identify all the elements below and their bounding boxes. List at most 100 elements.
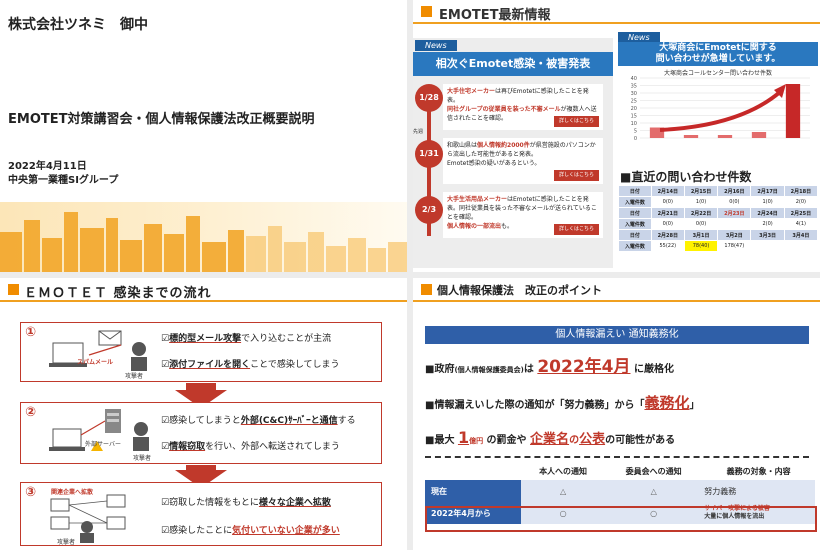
table-row: 現在 △ △ 努力義務 xyxy=(425,480,815,502)
table-count-row: 入電件数 55(22) 78(40) 178(47) xyxy=(618,240,819,252)
y-tick-label: 30 xyxy=(631,91,637,97)
y-tick-label: 25 xyxy=(631,99,637,105)
y-tick-label: 5 xyxy=(634,129,637,135)
point-line: ■最大 1億円 の罰金や 企業名の公表の可能性がある xyxy=(425,428,675,447)
point-text: 」 xyxy=(689,400,700,411)
point-highlight: 企業名 xyxy=(530,432,570,447)
detail-button[interactable]: 詳しくはこちら xyxy=(553,116,599,127)
detail-button[interactable]: 詳しくはこちら xyxy=(553,170,599,181)
bar xyxy=(683,135,699,138)
step-text: ☑窃取した情報をもとに xyxy=(161,498,259,508)
point-note: 億円 xyxy=(469,437,484,445)
illustration-label: 攻撃者 xyxy=(57,539,76,546)
count-cell: 4(1) xyxy=(783,218,819,230)
checkbox-mark: ☑ xyxy=(161,442,170,452)
company-name: 株式会社ツネミ 御中 xyxy=(8,17,148,33)
count-cell: 0(0) xyxy=(717,196,752,208)
header-underline xyxy=(413,300,820,302)
news-tag: News xyxy=(415,40,457,51)
news-headline: 相次ぐEmotet感染・被害発表 xyxy=(413,52,613,76)
date-cell: 2月18日 xyxy=(783,185,819,197)
y-tick-label: 20 xyxy=(631,106,637,112)
table-header: 本人への通知 xyxy=(539,466,588,476)
slide-heading: ＥＭＯＴＥＴ 感染までの流れ xyxy=(24,286,212,301)
y-tick-label: 10 xyxy=(631,121,637,127)
step-number: ① xyxy=(25,325,37,340)
point-highlight: 1 xyxy=(457,428,470,447)
date-cell: 2月24日 xyxy=(750,207,785,219)
news-item: 和歌山県は個人情報約2000件が県営施設のパソコンから流出した可能性があると発表… xyxy=(443,138,603,184)
point-text: に厳格化 xyxy=(630,364,674,375)
date-cell: 2月16日 xyxy=(717,185,752,197)
step-text: ☑感染したことに xyxy=(161,526,233,536)
date-cell: 3月1日 xyxy=(683,229,719,241)
point-text: は xyxy=(523,364,538,375)
row-label: 日付 xyxy=(618,207,652,219)
count-cell xyxy=(717,218,752,230)
date-cell: 2月28日 xyxy=(650,229,685,241)
date-cell: 2月14日 xyxy=(650,185,685,197)
y-tick-label: 35 xyxy=(631,84,637,90)
count-cell: 55(22) xyxy=(650,240,685,252)
step-keyword: 様々な企業へ拡散 xyxy=(258,498,331,508)
count-cell xyxy=(750,240,785,252)
table-date-row: 日付 2月28日 3月1日 3月2日 3月3日 3月4日 xyxy=(618,229,819,241)
step-text: ☑感染してしまうと xyxy=(161,416,241,426)
news-item-highlight: 同社グループの従業員を装った不審メール xyxy=(447,106,561,113)
count-cell: 2(0) xyxy=(783,196,819,208)
city-skyline-image xyxy=(0,202,407,272)
detail-button[interactable]: 詳しくはこちら xyxy=(553,224,599,235)
illustration-label: 攻撃者 xyxy=(133,455,152,462)
bar xyxy=(751,132,767,138)
table-header-row: 本人への通知 委員会への通知 義務の対象・内容 xyxy=(425,462,815,480)
step-line: ☑感染したことに気付いていない企業が多い xyxy=(161,523,340,536)
slide-privacy-law: 個人情報保護法 改正のポイント 個人情報漏えい 通知義務化 ■政府(個人情報保護… xyxy=(413,278,820,550)
inquiry-count-table: 日付 2月14日 2月15日 2月16日 2月17日 2月18日 入電件数 0(0) 1(0) 0… xyxy=(618,185,819,252)
point-text: ■政府 xyxy=(425,364,455,375)
count-cell: 1(0) xyxy=(683,196,719,208)
timeline-date: 2/3 xyxy=(415,196,443,224)
date-cell: 2月17日 xyxy=(750,185,785,197)
flow-step: ① スパムメール 攻撃者 ☑標的型メール攻撃で入り込むことが主流 ☑添付ファイル… xyxy=(20,322,382,382)
news-item: 大手住宅メーカーは再びEmotetに感染したことを発表。 同社グループの従業員を… xyxy=(443,84,603,130)
news-item-text: 和歌山県は xyxy=(447,142,478,149)
checkbox-mark: ☑ xyxy=(161,334,170,344)
dashed-divider xyxy=(425,456,809,458)
bar xyxy=(785,84,801,138)
step-keyword: 添付ファイルを開く xyxy=(169,360,251,370)
row-label: 日付 xyxy=(618,229,652,241)
header-mark-icon xyxy=(421,284,432,295)
date-cell: 3月2日 xyxy=(717,229,752,241)
count-cell: 78(40) xyxy=(683,240,719,252)
row-label: 入電件数 xyxy=(618,196,652,208)
date-cell: 3月4日 xyxy=(783,229,819,241)
count-cell: 1(0) xyxy=(750,196,785,208)
row-label: 日付 xyxy=(618,185,652,197)
point-note: (個人情報保護委員会) xyxy=(454,366,524,374)
bar xyxy=(717,135,733,138)
news-headline-line: 問い合わせが急増しています。 xyxy=(655,54,781,64)
highlight-box xyxy=(425,506,817,532)
step-line: ☑標的型メール攻撃で入り込むことが主流 xyxy=(161,331,331,344)
step-number: ③ xyxy=(25,485,37,500)
table-date-row: 日付 2月21日 2月22日 2月23日 2月24日 2月25日 xyxy=(618,207,819,219)
table-cell: △ xyxy=(605,480,703,502)
step-line: ☑添付ファイルを開くことで感染してしまう xyxy=(161,357,340,370)
presenter-org: 中央第一業種SIグループ xyxy=(8,175,119,186)
presentation-date: 2022年4月11日 xyxy=(8,161,87,172)
date-cell: 2月25日 xyxy=(783,207,819,219)
point-text: ■最大 xyxy=(425,435,458,446)
timeline-date: 1/31 xyxy=(415,140,443,168)
presentation-title: EMOTET対策講習会・個人情報保護法改正概要説明 xyxy=(8,112,315,127)
table-count-row: 入電件数 0(0) 1(0) 0(0) 1(0) 2(0) xyxy=(618,196,819,208)
illustration-label: 攻撃者 xyxy=(125,373,144,380)
slide-header: ＥＭＯＴＥＴ 感染までの流れ xyxy=(0,278,407,302)
section-banner: 個人情報漏えい 通知義務化 xyxy=(425,326,809,344)
table-header: 義務の対象・内容 xyxy=(726,466,791,476)
count-cell: 0(0) xyxy=(650,218,685,230)
date-cell: 2月15日 xyxy=(683,185,719,197)
count-cell: 0(0) xyxy=(650,196,685,208)
news-item-text: も。 xyxy=(501,223,514,230)
date-cell: 2月21日 xyxy=(650,207,685,219)
point-text: の xyxy=(569,435,580,446)
